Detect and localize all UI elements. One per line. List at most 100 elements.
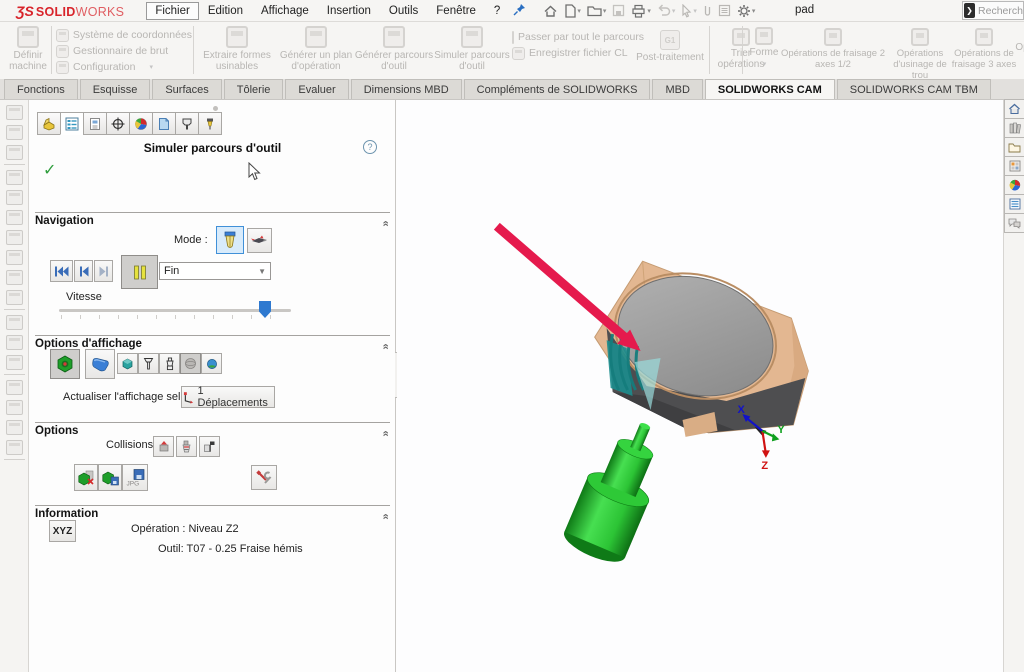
- file-explorer-icon[interactable]: [1004, 137, 1024, 157]
- graphics-viewport[interactable]: X Z Y: [397, 100, 1003, 672]
- ribbon-extraire-formes[interactable]: Extraire formes usinables: [198, 26, 276, 72]
- ribbon-post-traitement[interactable]: G1 Post-traitement: [632, 30, 708, 63]
- design-library-icon[interactable]: [1004, 118, 1024, 138]
- record-discard-button[interactable]: [74, 464, 98, 491]
- step-forward-button[interactable]: [94, 260, 113, 282]
- collision-pause-button[interactable]: [176, 436, 197, 457]
- settings-gear-icon[interactable]: ▾: [735, 2, 758, 20]
- ribbon-forme[interactable]: Forme ▾: [744, 27, 784, 68]
- collapse-chevron-icon[interactable]: «: [379, 513, 391, 518]
- pause-button[interactable]: [121, 255, 158, 289]
- ribbon-generer-plan[interactable]: Générer un plan d'opération: [278, 26, 354, 72]
- section-information[interactable]: Information«: [35, 505, 390, 520]
- ribbon-passer-parcours[interactable]: Passer par tout le parcours: [512, 29, 642, 45]
- menu-edition[interactable]: Edition: [199, 2, 252, 20]
- simulation-settings-button[interactable]: [251, 465, 277, 490]
- show-comparison-button[interactable]: [201, 353, 222, 374]
- resources-home-icon[interactable]: [1004, 99, 1024, 119]
- view-palette-icon[interactable]: [1004, 156, 1024, 176]
- show-fixtures-button[interactable]: [117, 353, 138, 374]
- cam-feature-icon[interactable]: [6, 290, 23, 305]
- ribbon-fraisage-2axes[interactable]: Opérations de fraisage 2 axes 1/2: [780, 28, 886, 70]
- print-icon[interactable]: ▾: [629, 2, 653, 20]
- collapse-chevron-icon[interactable]: «: [379, 343, 391, 348]
- record-jpg-button[interactable]: JPG: [122, 464, 148, 491]
- tab-solidworks-cam-tbm[interactable]: SOLIDWORKS CAM TBM: [837, 79, 991, 99]
- mode-tool-button[interactable]: [216, 226, 244, 254]
- forum-icon[interactable]: [1004, 213, 1024, 233]
- ribbon-fraisage-3axes[interactable]: Opérations de fraisage 3 axes: [948, 28, 1020, 70]
- cam-feature-icon[interactable]: [6, 355, 23, 370]
- cam-feature-icon[interactable]: [6, 315, 23, 330]
- cam-feature-icon[interactable]: [6, 250, 23, 265]
- menu-insertion[interactable]: Insertion: [318, 2, 380, 20]
- dimxpert-manager-tab[interactable]: [106, 112, 130, 135]
- ribbon-configuration[interactable]: Configuration▾: [56, 59, 192, 75]
- document-list-icon[interactable]: [716, 2, 733, 19]
- cam-feature-tree-tab[interactable]: [152, 112, 176, 135]
- cam-feature-icon[interactable]: [6, 145, 23, 160]
- property-manager-tab[interactable]: [60, 112, 84, 135]
- record-save-button[interactable]: [98, 464, 122, 491]
- cam-operation-tree-tab[interactable]: [175, 112, 199, 135]
- section-navigation[interactable]: Navigation«: [35, 212, 390, 227]
- pin-icon[interactable]: [513, 3, 526, 19]
- mode-turbo-button[interactable]: [247, 228, 272, 253]
- position-dropdown[interactable]: Fin ▼: [159, 262, 271, 280]
- menu-fichier[interactable]: Fichier: [146, 2, 199, 20]
- tab-evaluer[interactable]: Evaluer: [285, 79, 348, 99]
- custom-properties-icon[interactable]: [1004, 194, 1024, 214]
- speed-slider-track[interactable]: [59, 309, 291, 312]
- appearances-icon[interactable]: [1004, 175, 1024, 195]
- new-file-icon[interactable]: ▾: [562, 2, 583, 20]
- tab-solidworks-cam[interactable]: SOLIDWORKS CAM: [705, 79, 835, 99]
- ribbon-gestionnaire-brut[interactable]: Gestionnaire de brut: [56, 43, 192, 59]
- tab-surfaces[interactable]: Surfaces: [152, 79, 221, 99]
- step-back-button[interactable]: [74, 260, 93, 282]
- display-manager-tab[interactable]: [129, 112, 153, 135]
- help-icon[interactable]: ?: [363, 140, 377, 154]
- configuration-manager-tab[interactable]: [83, 112, 107, 135]
- ribbon-enregistrer-cl[interactable]: Enregistrer fichier CL: [512, 45, 642, 61]
- cam-feature-icon[interactable]: [6, 210, 23, 225]
- menu-outils[interactable]: Outils: [380, 2, 427, 20]
- cam-feature-icon[interactable]: [6, 190, 23, 205]
- ribbon-generer-parcours[interactable]: Générer parcours d'outil: [354, 26, 434, 72]
- tab-dimensions-mbd[interactable]: Dimensions MBD: [351, 79, 462, 99]
- go-to-start-button[interactable]: [50, 260, 73, 282]
- show-target-part-button[interactable]: [50, 349, 80, 379]
- menu-fenetre[interactable]: Fenêtre: [427, 2, 485, 20]
- show-rapid-moves-button[interactable]: [180, 353, 201, 374]
- ribbon-definir-machine[interactable]: Définir machine: [6, 26, 50, 72]
- show-tool-button[interactable]: [138, 353, 159, 374]
- search-box[interactable]: ❯ Recherch: [962, 1, 1024, 20]
- section-options[interactable]: Options«: [35, 422, 390, 437]
- select-cursor-icon[interactable]: ▾: [679, 2, 699, 20]
- collision-flag-button[interactable]: [199, 436, 220, 457]
- cam-feature-icon[interactable]: [6, 420, 23, 435]
- ribbon-usinage-trou[interactable]: Opérations d'usinage de trou: [884, 28, 956, 79]
- cam-feature-icon[interactable]: [6, 170, 23, 185]
- xyz-button[interactable]: XYZ: [49, 520, 76, 542]
- cam-feature-icon[interactable]: [6, 105, 23, 120]
- ribbon-clipped-item[interactable]: Op: [1012, 42, 1024, 53]
- feature-tree-tab[interactable]: [37, 112, 61, 135]
- home-icon[interactable]: [541, 2, 560, 20]
- attachment-icon[interactable]: [701, 2, 714, 20]
- save-icon[interactable]: [610, 2, 627, 19]
- show-holder-button[interactable]: [159, 353, 180, 374]
- ribbon-systeme-coordonnees[interactable]: Système de coordonnées: [56, 27, 192, 43]
- show-stock-button[interactable]: [85, 349, 115, 379]
- undo-icon[interactable]: ▾: [655, 2, 678, 19]
- cam-feature-icon[interactable]: [6, 270, 23, 285]
- cam-feature-icon[interactable]: [6, 440, 23, 455]
- open-file-icon[interactable]: ▾: [585, 2, 609, 19]
- menu-help[interactable]: ?: [485, 2, 509, 20]
- panel-resize-dot[interactable]: [213, 106, 218, 111]
- cam-feature-icon[interactable]: [6, 380, 23, 395]
- ok-check-icon[interactable]: ✓: [43, 160, 56, 180]
- update-moves-button[interactable]: 1 Déplacements: [181, 386, 275, 408]
- ribbon-simuler-parcours[interactable]: Simuler parcours d'outil: [434, 26, 510, 72]
- tab-esquisse[interactable]: Esquisse: [80, 79, 151, 99]
- cam-feature-icon[interactable]: [6, 400, 23, 415]
